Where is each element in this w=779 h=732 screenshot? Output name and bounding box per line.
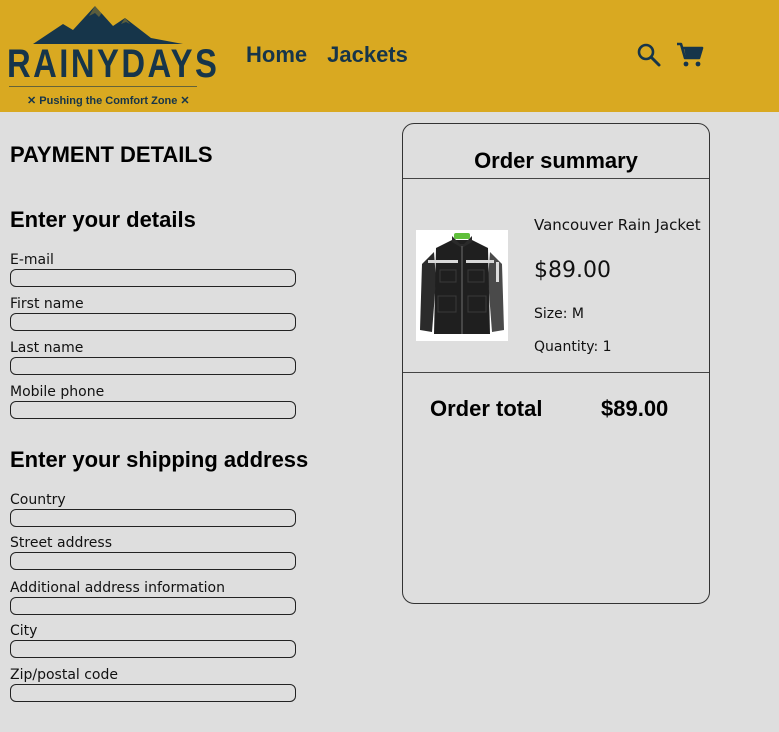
- street-address-label: Street address: [10, 535, 112, 551]
- product-size: Size: M: [534, 306, 584, 322]
- cart-icon[interactable]: [676, 42, 704, 72]
- order-total-value: $89.00: [601, 396, 669, 421]
- order-total-label: Order total: [430, 396, 543, 421]
- additional-address-label: Additional address information: [10, 580, 225, 596]
- street-address-field: Street address: [10, 535, 300, 570]
- first-name-field: First name: [10, 296, 300, 331]
- logo-underline: [9, 86, 197, 87]
- summary-divider-top: [403, 178, 709, 179]
- last-name-label: Last name: [10, 340, 84, 356]
- city-field: City: [10, 623, 300, 658]
- order-summary-title: Order summary: [474, 148, 638, 173]
- city-input[interactable]: [10, 640, 296, 658]
- last-name-input[interactable]: [10, 357, 296, 375]
- rainydays-logo[interactable]: RAINYDAYS ✕ Pushing the Comfort Zone ✕: [7, 4, 217, 110]
- nav-jackets-link[interactable]: Jackets: [327, 42, 408, 68]
- first-name-input[interactable]: [10, 313, 296, 331]
- order-summary-card: Order summary Vancouver Rain Jacket $89.…: [402, 123, 710, 604]
- email-label: E-mail: [10, 252, 54, 268]
- zip-code-field: Zip/postal code: [10, 667, 300, 702]
- mobile-phone-label: Mobile phone: [10, 384, 105, 400]
- zip-code-label: Zip/postal code: [10, 667, 119, 683]
- main-nav: Home Jackets: [246, 42, 408, 68]
- additional-address-input[interactable]: [10, 597, 296, 615]
- product-image[interactable]: [416, 230, 508, 341]
- product-quantity: Quantity: 1: [534, 339, 612, 355]
- country-label: Country: [10, 492, 66, 508]
- mobile-phone-field: Mobile phone: [10, 384, 300, 419]
- mobile-phone-input[interactable]: [10, 401, 296, 419]
- logo-tagline: ✕ Pushing the Comfort Zone ✕: [27, 95, 190, 107]
- product-price: $89.00: [534, 258, 611, 283]
- email-input[interactable]: [10, 269, 296, 287]
- additional-address-field: Additional address information: [10, 580, 300, 615]
- jacket-image-icon: [416, 230, 508, 341]
- country-input[interactable]: [10, 509, 296, 527]
- first-name-label: First name: [10, 296, 84, 312]
- email-field: E-mail: [10, 252, 300, 287]
- street-address-input[interactable]: [10, 552, 296, 570]
- product-name[interactable]: Vancouver Rain Jacket: [534, 216, 701, 234]
- details-heading: Enter your details: [10, 207, 196, 232]
- last-name-field: Last name: [10, 340, 300, 375]
- country-field: Country: [10, 492, 300, 527]
- site-header: RAINYDAYS ✕ Pushing the Comfort Zone ✕ H…: [0, 0, 779, 112]
- page-title: PAYMENT DETAILS: [10, 142, 213, 167]
- logo-wordmark: RAINYDAYS: [7, 42, 220, 86]
- shipping-heading: Enter your shipping address: [10, 447, 309, 472]
- zip-code-input[interactable]: [10, 684, 296, 702]
- nav-home-link[interactable]: Home: [246, 42, 307, 68]
- mountain-logo-icon: [33, 6, 183, 44]
- city-label: City: [10, 623, 38, 639]
- summary-divider-bottom: [403, 372, 709, 373]
- search-icon[interactable]: [636, 42, 662, 72]
